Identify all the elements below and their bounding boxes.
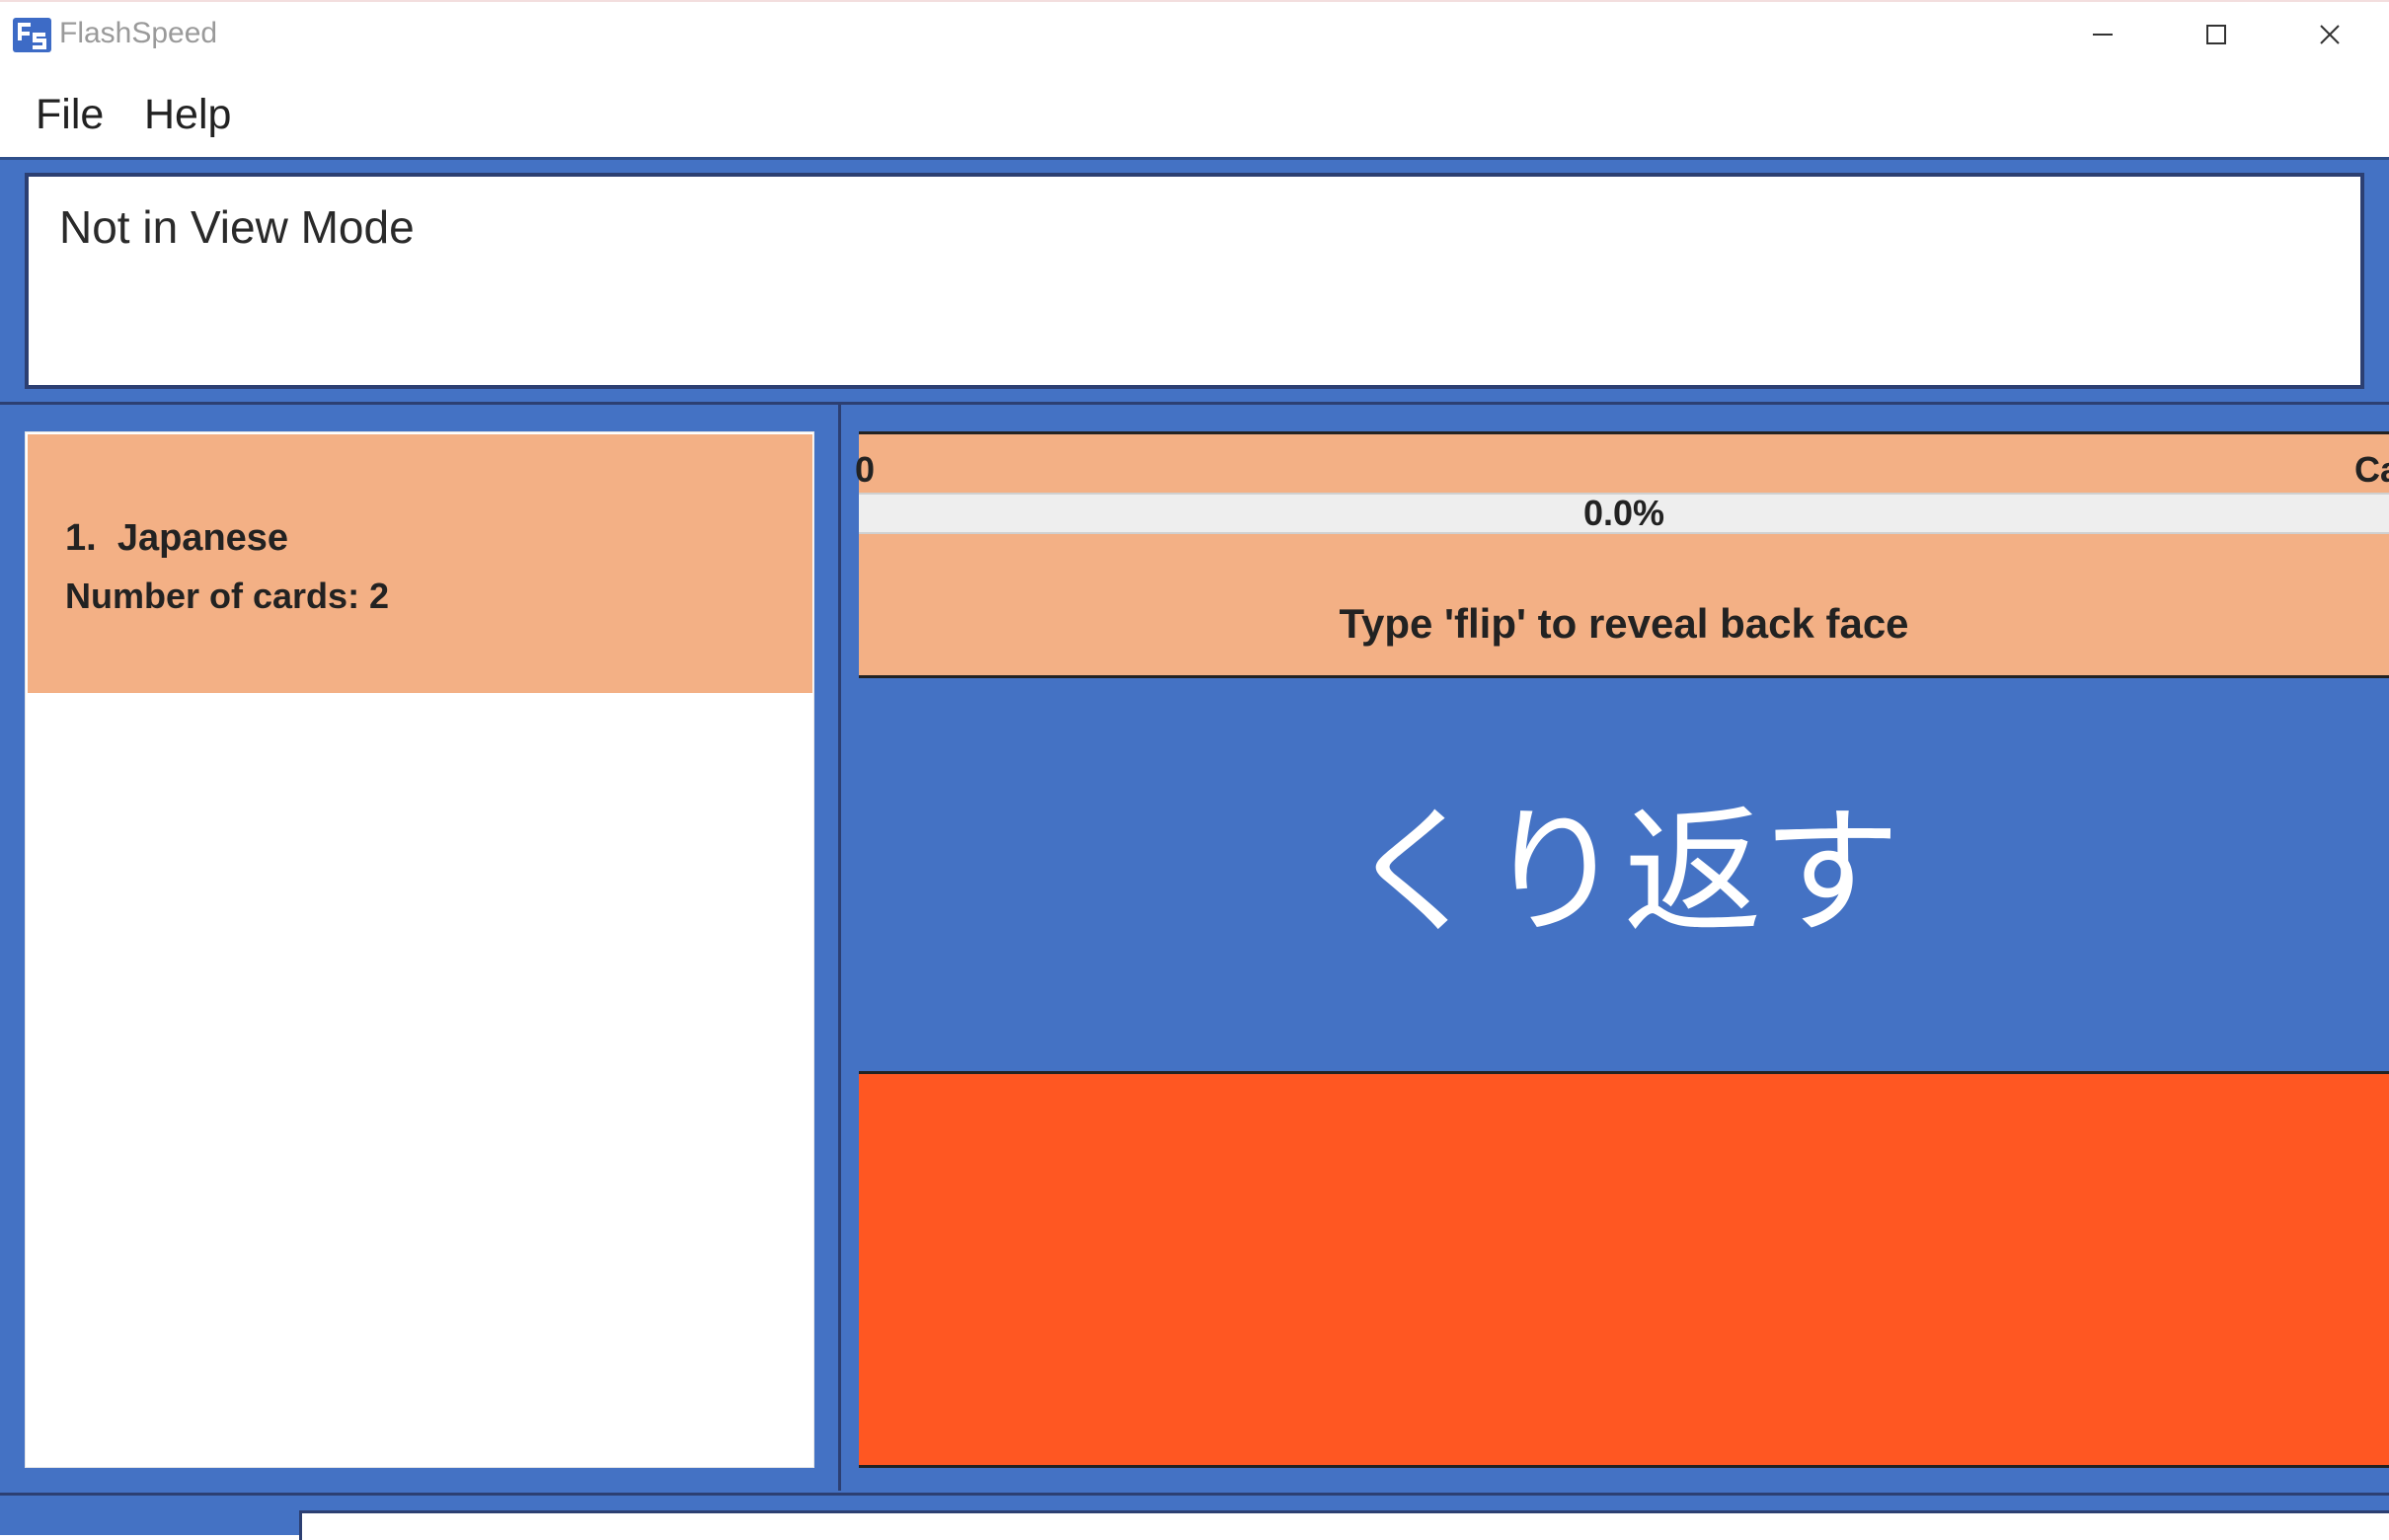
card-back-face	[859, 1071, 2389, 1468]
flip-hint-text: Type 'flip' to reveal back face	[1339, 600, 1909, 647]
stats-bar	[859, 431, 2389, 493]
stat-right-label: Ca	[2354, 449, 2389, 490]
command-input[interactable]	[299, 1510, 2389, 1540]
close-icon	[2320, 25, 2340, 44]
title-bar	[0, 0, 2389, 67]
minimize-button[interactable]	[2053, 10, 2152, 59]
maximize-button[interactable]	[2167, 10, 2266, 59]
horizontal-divider	[0, 402, 2389, 405]
bottom-divider	[0, 1493, 2389, 1496]
deck-name: 1. Japanese	[65, 508, 288, 568]
result-display-text: Not in View Mode	[59, 201, 415, 253]
window-top-accent	[0, 0, 2389, 2]
stat-left-label: 0	[855, 449, 876, 490]
menu-bar	[0, 67, 2389, 158]
card-front-text: くり返す	[1347, 793, 1900, 954]
menu-help[interactable]: Help	[144, 85, 231, 144]
deck-index: 1.	[65, 517, 97, 559]
window-title: FlashSpeed	[59, 17, 218, 49]
progress-label: 0.0%	[1582, 493, 1665, 533]
menu-file[interactable]: File	[36, 85, 104, 144]
deck-title: Japanese	[116, 517, 289, 559]
minimize-icon	[2093, 34, 2113, 36]
close-button[interactable]	[2280, 10, 2379, 59]
app-logo-icon	[13, 18, 51, 52]
deck-card-count: Number of cards: 2	[65, 576, 390, 616]
maximize-icon	[2206, 25, 2226, 44]
split-pane-divider[interactable]	[838, 405, 841, 1491]
